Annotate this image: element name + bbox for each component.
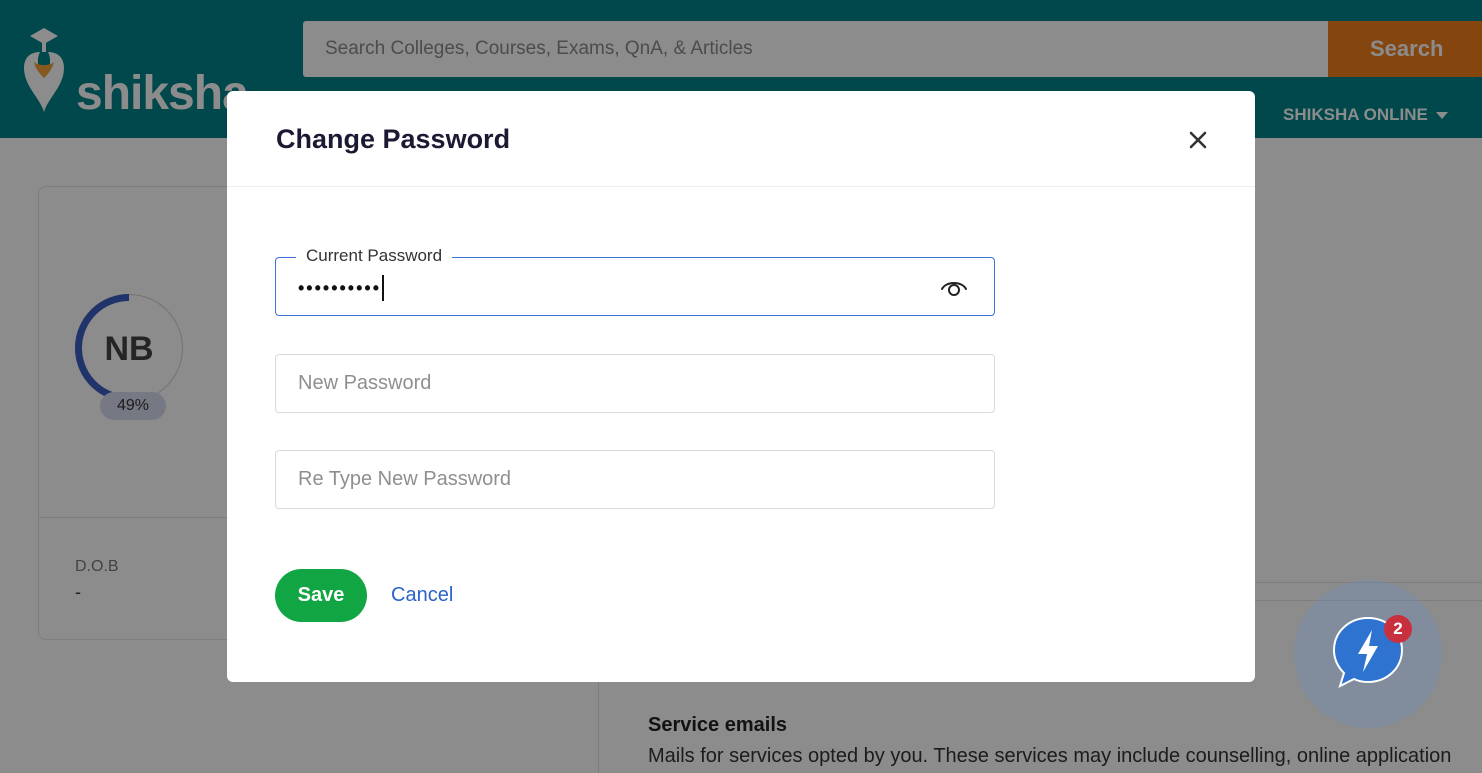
new-password-input[interactable] — [276, 355, 994, 412]
change-password-modal: Change Password Current Password •••••••… — [227, 91, 1255, 682]
current-password-field[interactable]: Current Password •••••••••• — [275, 246, 995, 316]
show-password-toggle[interactable] — [939, 275, 969, 299]
new-password-field — [275, 354, 995, 413]
eye-icon — [941, 282, 967, 296]
modal-header: Change Password — [227, 91, 1255, 187]
close-icon — [1189, 131, 1207, 149]
current-password-label: Current Password — [296, 246, 453, 266]
retype-password-input[interactable] — [276, 451, 994, 508]
retype-password-field — [275, 450, 995, 509]
cancel-link[interactable]: Cancel — [391, 584, 453, 607]
chat-notification-badge: 2 — [1384, 615, 1412, 643]
close-button[interactable] — [1182, 124, 1214, 156]
save-button[interactable]: Save — [275, 569, 367, 622]
text-cursor — [382, 275, 385, 301]
current-password-value: •••••••••• — [298, 275, 385, 301]
modal-title: Change Password — [276, 124, 511, 154]
